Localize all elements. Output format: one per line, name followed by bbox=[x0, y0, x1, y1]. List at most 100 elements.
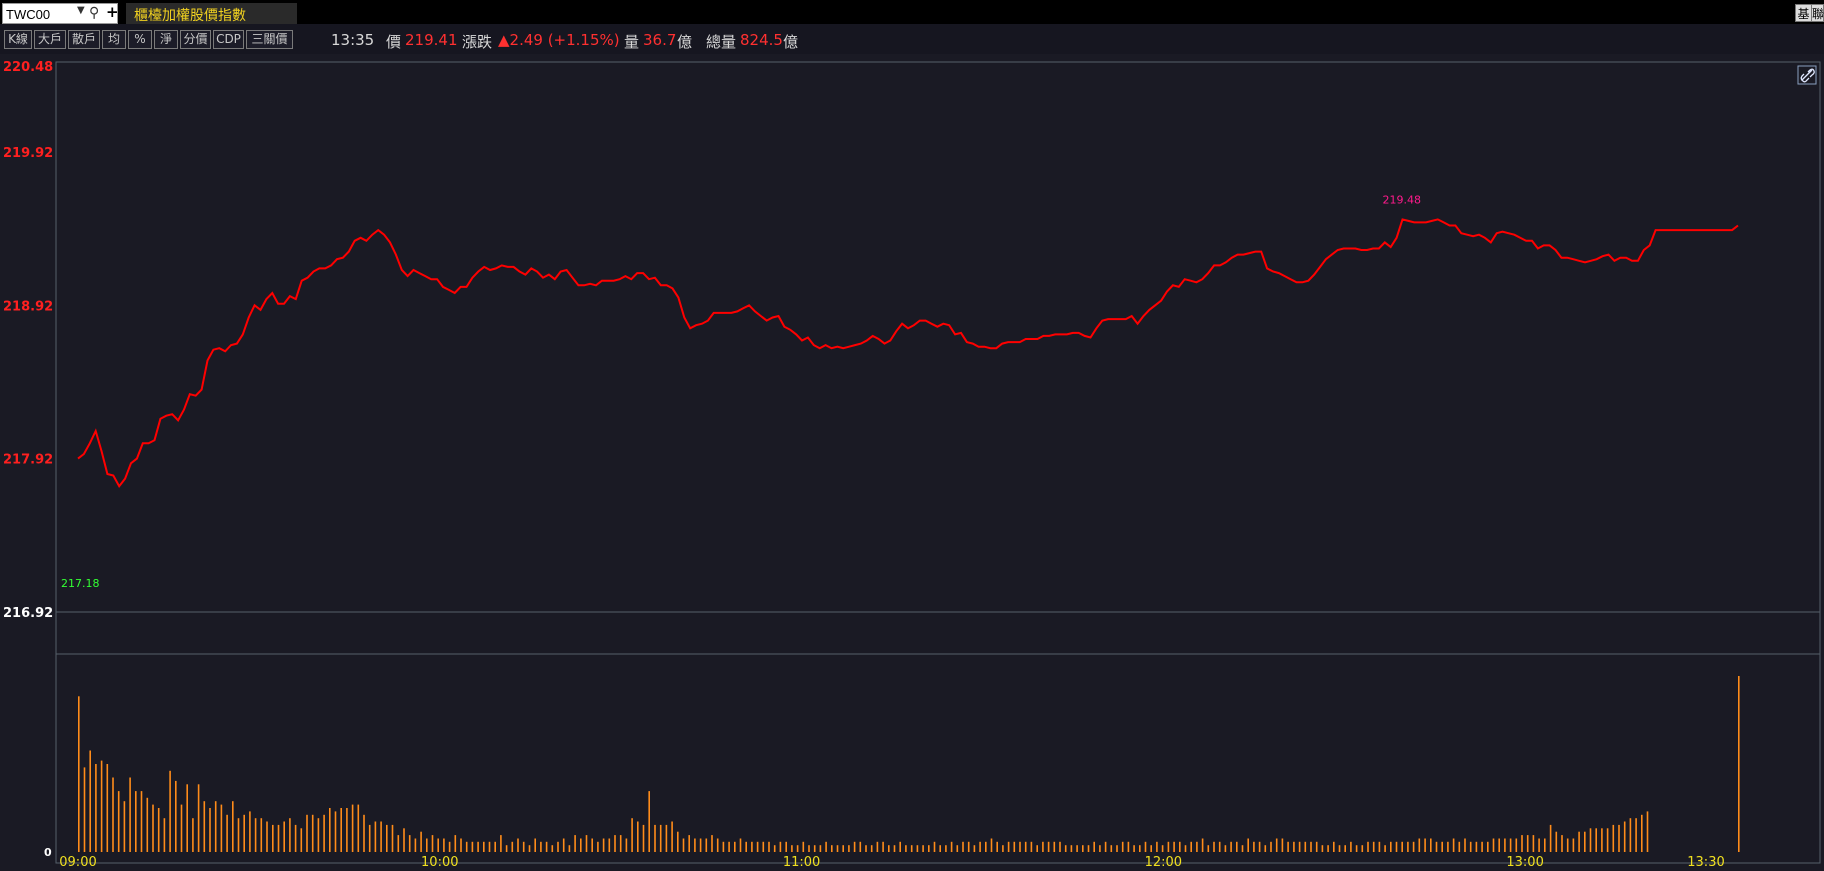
volume-bar bbox=[842, 845, 844, 852]
cdp-button[interactable]: CDP bbox=[213, 30, 244, 49]
volume-bar bbox=[888, 845, 890, 852]
volume-bar bbox=[614, 835, 616, 852]
volume-bar bbox=[1612, 824, 1615, 852]
kline-button[interactable]: K線 bbox=[4, 30, 32, 49]
symbol-box[interactable]: ▼ ⚲ + bbox=[2, 3, 119, 24]
volume-bar bbox=[916, 845, 919, 852]
net-button[interactable]: 淨 bbox=[154, 30, 178, 49]
volume-bar bbox=[1401, 841, 1403, 852]
volume-bar bbox=[1452, 838, 1455, 852]
volume-bar bbox=[311, 814, 314, 852]
volume-bar bbox=[477, 841, 479, 852]
volume-bar bbox=[346, 808, 348, 852]
volume-bar bbox=[1139, 845, 1141, 852]
volume-bar bbox=[1207, 845, 1210, 852]
retail-button[interactable]: 散戶 bbox=[68, 30, 100, 49]
link-chart-icon[interactable] bbox=[1797, 65, 1817, 85]
price-distribution-button[interactable]: 分價 bbox=[180, 30, 211, 49]
link-button[interactable]: 聯 bbox=[1811, 4, 1824, 22]
volume-zero-label: 0 bbox=[44, 846, 52, 859]
price-tick-label: 220.48 bbox=[3, 60, 53, 75]
volume-bar bbox=[443, 838, 445, 852]
volume-bar bbox=[950, 841, 953, 852]
volume-bar bbox=[728, 841, 730, 852]
volume-bar bbox=[420, 831, 422, 852]
volume-bar bbox=[1344, 845, 1346, 852]
volume-bar bbox=[106, 764, 109, 852]
volume-bar bbox=[796, 845, 799, 852]
volume-bar bbox=[426, 838, 428, 852]
volume-bar bbox=[922, 845, 924, 852]
volume-bar bbox=[1618, 824, 1620, 852]
volume-bar bbox=[1121, 841, 1124, 852]
volume-bar bbox=[1509, 838, 1512, 852]
volume-bar bbox=[928, 845, 930, 852]
volume-bar bbox=[1469, 841, 1472, 852]
volume-bar bbox=[83, 767, 86, 852]
volume-bar bbox=[1635, 818, 1637, 852]
volume-bar bbox=[722, 841, 725, 852]
volume-bar bbox=[1201, 838, 1204, 852]
search-icon[interactable]: ⚲ bbox=[89, 5, 99, 21]
volume-bar bbox=[140, 791, 143, 852]
volume-bar bbox=[368, 824, 371, 852]
volume-bar bbox=[619, 835, 622, 852]
volume-bar bbox=[300, 828, 303, 852]
volume-bar bbox=[1127, 841, 1130, 852]
volume-bar bbox=[1447, 841, 1449, 852]
average-button[interactable]: 均 bbox=[102, 30, 126, 49]
volume-bar bbox=[1293, 841, 1295, 852]
volume-bar bbox=[1064, 845, 1067, 852]
volume-bar bbox=[739, 838, 742, 852]
time-tick-label: 10:00 bbox=[421, 855, 458, 870]
volume-bar bbox=[146, 797, 149, 852]
volume-bar bbox=[1133, 845, 1135, 852]
time-tick-label: 12:00 bbox=[1145, 855, 1182, 870]
volume-bar bbox=[1532, 835, 1535, 852]
volume-bar bbox=[203, 801, 206, 852]
volume-bar bbox=[939, 845, 941, 852]
volume-bar bbox=[962, 841, 964, 852]
volume-bar bbox=[1412, 841, 1415, 852]
volume-bar bbox=[1367, 841, 1369, 852]
volume-bar bbox=[380, 821, 382, 852]
big-holder-button[interactable]: 大戶 bbox=[34, 30, 66, 49]
volume-bar bbox=[1407, 841, 1409, 852]
volume-bar bbox=[454, 835, 457, 852]
volume-bar bbox=[289, 818, 291, 852]
price-label: 價 bbox=[386, 33, 402, 51]
intraday-chart: 220.48 219.92 218.92 217.92 216.92 09:00 10:0… bbox=[0, 54, 1824, 871]
symbol-input[interactable] bbox=[6, 6, 76, 22]
volume-bar bbox=[1173, 841, 1175, 852]
volume-bar bbox=[1424, 838, 1426, 852]
three-level-price-button[interactable]: 三關價 bbox=[246, 30, 293, 49]
volume-bar bbox=[163, 818, 166, 852]
volume-bar bbox=[768, 841, 770, 852]
volume-bar bbox=[1110, 845, 1113, 852]
volume-bar bbox=[642, 824, 645, 852]
volume-bar bbox=[112, 777, 114, 852]
volume-bar bbox=[785, 841, 787, 852]
volume-bar bbox=[528, 845, 531, 852]
volume-bar bbox=[500, 835, 502, 852]
time-tick-label: 13:00 bbox=[1506, 855, 1543, 870]
volume-bar bbox=[1298, 841, 1301, 852]
volume-bar bbox=[89, 750, 91, 852]
volume-bar bbox=[562, 838, 565, 852]
volume-bar bbox=[1504, 838, 1506, 852]
volume-bar bbox=[197, 784, 200, 852]
volume-bar bbox=[1093, 841, 1095, 852]
add-icon[interactable]: + bbox=[106, 3, 119, 21]
percent-button[interactable]: % bbox=[128, 30, 152, 49]
volume-bar bbox=[1464, 838, 1466, 852]
volume-bar bbox=[1024, 841, 1027, 852]
volume-bar bbox=[836, 845, 839, 852]
volume-bar bbox=[945, 845, 947, 852]
volume-bar bbox=[431, 835, 434, 852]
volume-bar bbox=[386, 824, 388, 852]
volume-bar bbox=[1641, 814, 1643, 852]
fundamental-button[interactable]: 基 bbox=[1795, 4, 1812, 22]
volume-bar bbox=[859, 841, 862, 852]
volume-bar bbox=[990, 838, 993, 852]
dropdown-arrow-icon[interactable]: ▼ bbox=[77, 5, 85, 16]
